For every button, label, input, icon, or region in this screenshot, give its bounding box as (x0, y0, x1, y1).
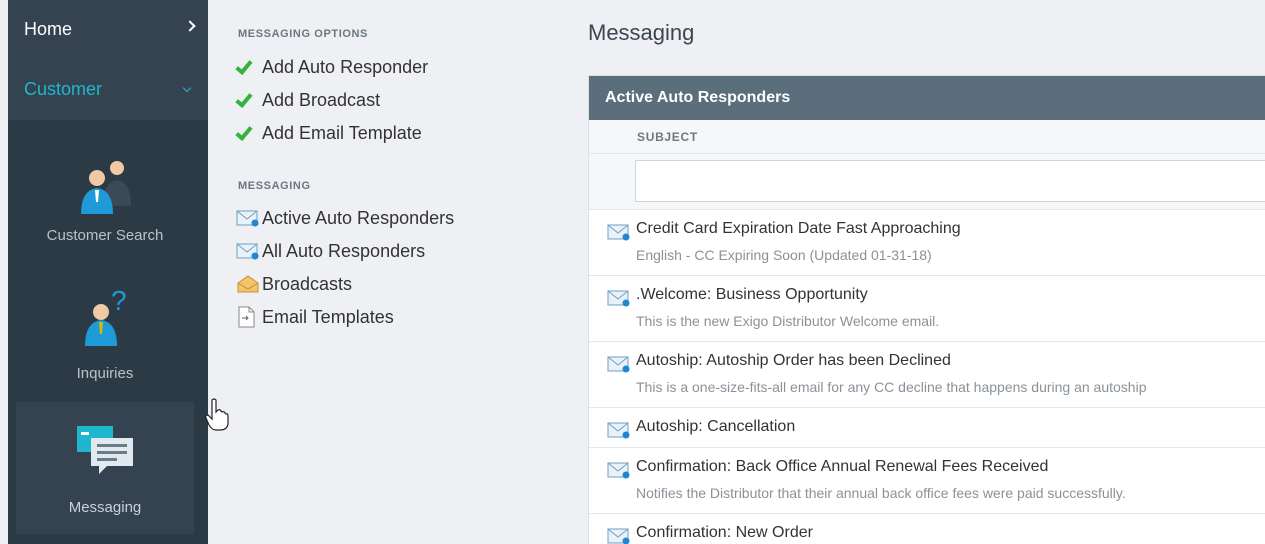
envelope-icon (607, 356, 630, 373)
option-add-auto-responder[interactable]: Add Auto Responder (235, 52, 429, 82)
row-description: English - CC Expiring Soon (Updated 01-3… (636, 247, 932, 263)
nav-home-label: Home (24, 18, 73, 39)
document-icon (236, 306, 262, 328)
sidebar-tile-inquiries[interactable]: ? Inquiries (16, 268, 194, 400)
checkmark-icon (235, 89, 262, 111)
link-all-auto-responders[interactable]: All Auto Responders (236, 236, 425, 266)
messaging-options-panel: MESSAGING OPTIONS Add Auto Responder Add… (235, 0, 576, 544)
sidebar-tile-customer-search[interactable]: Customer Search (16, 130, 194, 262)
row-subject: .Welcome: Business Opportunity (636, 286, 868, 303)
row-subject: Confirmation: New Order (636, 524, 813, 541)
page-title: Messaging (588, 20, 695, 45)
sidebar-tile-label: Inquiries (76, 365, 134, 382)
envelope-icon (236, 240, 262, 262)
hand-cursor-icon (205, 398, 229, 431)
open-envelope-icon (236, 273, 262, 295)
table-row[interactable]: Confirmation: New Order (589, 514, 1265, 544)
panel-title: Active Auto Responders (605, 89, 791, 106)
nav-customer[interactable]: Customer (8, 58, 208, 120)
option-label: Add Broadcast (262, 89, 381, 110)
link-broadcasts[interactable]: Broadcasts (236, 269, 352, 299)
envelope-icon (607, 422, 630, 439)
link-label: Email Templates (262, 306, 394, 327)
link-label: Broadcasts (262, 273, 353, 294)
table-row[interactable]: Autoship: Autoship Order has been Declin… (589, 342, 1265, 408)
checkmark-icon (235, 122, 262, 144)
inquiries-icon: ? (85, 286, 127, 346)
auto-responder-list: Credit Card Expiration Date Fast Approac… (589, 210, 1265, 544)
chevron-right-icon (184, 20, 196, 32)
messaging-heading: MESSAGING (238, 180, 311, 192)
link-email-templates[interactable]: Email Templates (236, 302, 394, 332)
envelope-icon (607, 462, 630, 479)
envelope-icon (607, 528, 630, 544)
chevron-down-icon (182, 83, 192, 93)
row-description: This is the new Exigo Distributor Welcom… (636, 313, 940, 329)
customer-search-icon (81, 161, 131, 214)
nav-customer-label: Customer (24, 78, 103, 99)
checkmark-icon (235, 56, 262, 78)
sidebar-tile-messaging[interactable]: Messaging (16, 402, 194, 534)
option-label: Add Auto Responder (262, 56, 429, 77)
table-row[interactable]: Credit Card Expiration Date Fast Approac… (589, 210, 1265, 276)
filter-row (589, 154, 1265, 210)
svg-text:?: ? (111, 286, 127, 316)
option-add-broadcast[interactable]: Add Broadcast (235, 85, 381, 115)
link-active-auto-responders[interactable]: Active Auto Responders (236, 203, 454, 233)
nav-home[interactable]: Home (8, 0, 208, 58)
envelope-icon (607, 224, 630, 241)
messaging-icon (77, 426, 133, 474)
envelope-icon (607, 290, 630, 307)
table-row[interactable]: Confirmation: Back Office Annual Renewal… (589, 448, 1265, 514)
column-header-subject[interactable]: SUBJECT (589, 120, 1265, 154)
option-add-email-template[interactable]: Add Email Template (235, 118, 422, 148)
row-subject: Autoship: Autoship Order has been Declin… (636, 352, 951, 369)
panel-header: Active Auto Responders (589, 76, 1265, 120)
sidebar-tile-label: Messaging (68, 499, 142, 516)
sidebar: Home Customer Customer Search ? Inquirie… (8, 0, 208, 544)
subject-filter-input[interactable] (635, 160, 1265, 202)
app-root: Home Customer Customer Search ? Inquirie… (0, 0, 1265, 544)
table-row[interactable]: Autoship: Cancellation (589, 408, 1265, 448)
row-description: This is a one-size-fits-all email for an… (636, 379, 1147, 395)
column-subject-label: SUBJECT (637, 129, 698, 144)
messaging-options-heading: MESSAGING OPTIONS (238, 28, 368, 40)
row-subject: Confirmation: Back Office Annual Renewal… (636, 458, 1049, 475)
link-label: Active Auto Responders (262, 207, 455, 228)
option-label: Add Email Template (262, 122, 422, 143)
sidebar-tile-label: Customer Search (46, 227, 164, 244)
table-row[interactable]: .Welcome: Business Opportunity This is t… (589, 276, 1265, 342)
link-label: All Auto Responders (262, 240, 426, 261)
envelope-icon (236, 207, 262, 229)
row-subject: Credit Card Expiration Date Fast Approac… (636, 220, 961, 237)
row-description: Notifies the Distributor that their annu… (636, 485, 1126, 501)
row-subject: Autoship: Cancellation (636, 418, 796, 435)
active-auto-responders-panel: Active Auto Responders SUBJECT Credit Ca… (588, 75, 1265, 544)
